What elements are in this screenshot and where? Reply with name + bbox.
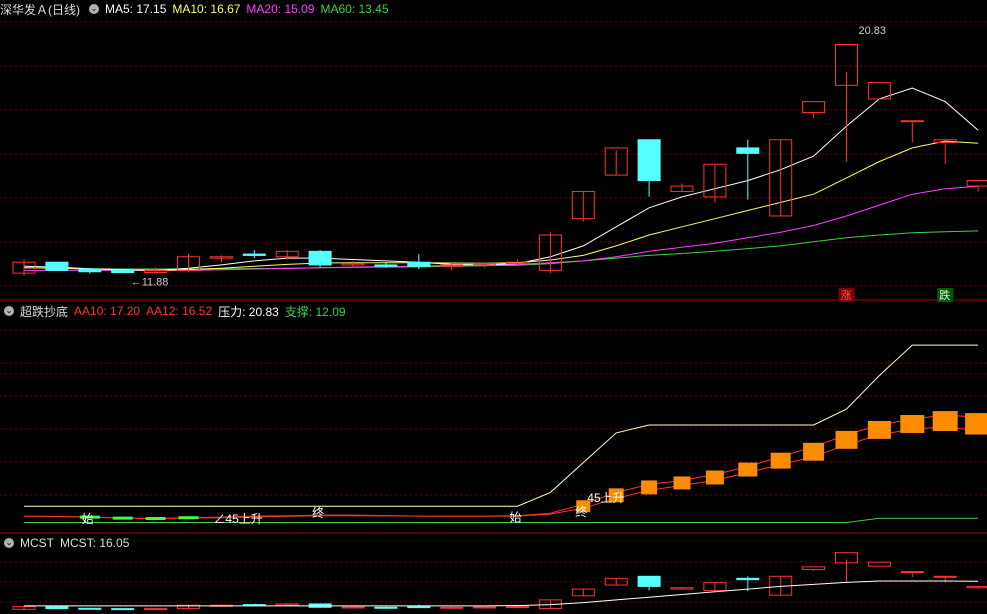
ma5-value: MA5: 17.15 bbox=[105, 2, 167, 16]
end-label: 终 bbox=[312, 505, 324, 520]
candle-body bbox=[736, 147, 760, 154]
mcst-candle-body bbox=[736, 577, 760, 581]
uptrend-block bbox=[641, 480, 658, 495]
aa12-value: AA12: 16.52 bbox=[146, 304, 213, 318]
mcst-candle-body bbox=[867, 561, 891, 567]
main-header: 深华发Ａ(日线) ⌄ MA5: 17.15 MA10: 16.67 MA20: … bbox=[0, 1, 395, 17]
uptrend-block bbox=[965, 413, 987, 435]
aa10-line bbox=[23, 414, 979, 520]
chevron-down-icon[interactable]: ⌄ bbox=[89, 4, 99, 14]
fall-signal-text: 跌 bbox=[939, 288, 950, 302]
candle-body bbox=[242, 253, 266, 256]
uptrend-block bbox=[932, 411, 958, 431]
uptrend-block bbox=[770, 452, 791, 469]
uptrend-block bbox=[738, 462, 758, 477]
candle-body bbox=[966, 180, 987, 187]
candle-body bbox=[802, 101, 826, 114]
mcst-candle-body bbox=[473, 606, 497, 609]
mcst-candle-body bbox=[374, 606, 398, 609]
ma5-line bbox=[23, 87, 979, 271]
mcst-candle-body bbox=[111, 608, 135, 611]
mcst-candle-body bbox=[144, 608, 168, 611]
candle-body bbox=[407, 261, 431, 267]
candle-body bbox=[374, 264, 398, 267]
high-price-label: 20.83 bbox=[859, 25, 887, 37]
ma60-value: MA60: 13.45 bbox=[320, 2, 389, 16]
mcst-value: MCST: 16.05 bbox=[60, 536, 130, 550]
chevron-down-icon[interactable]: ⌄ bbox=[4, 306, 14, 316]
mcst-candle-body bbox=[802, 566, 826, 571]
start-label: 始 bbox=[510, 511, 522, 525]
ma10-line bbox=[23, 140, 979, 271]
start-label: 始 bbox=[82, 512, 94, 526]
mcst-candle-body bbox=[341, 606, 365, 609]
uptrend-block bbox=[835, 430, 858, 449]
uptrend-block bbox=[705, 470, 724, 485]
aa10-value: AA10: 17.20 bbox=[74, 304, 141, 318]
candle-body bbox=[111, 269, 135, 274]
mcst-candle-body bbox=[407, 606, 431, 609]
support-value: 支撑: 12.09 bbox=[284, 304, 346, 319]
mcst-candle-body bbox=[900, 571, 924, 574]
mcst-header: ⌄ MCST MCST: 16.05 bbox=[0, 535, 135, 551]
candle-body bbox=[308, 250, 332, 266]
low-price-label: ←11.88 bbox=[131, 277, 169, 289]
pressure-line bbox=[24, 344, 979, 507]
candle-body bbox=[45, 261, 69, 271]
mcst-candle-body bbox=[45, 606, 69, 610]
mcst-candle-body bbox=[933, 575, 957, 578]
rise-signal-text: 涨 bbox=[841, 289, 852, 302]
indicator-header: ⌄ 超跌抄底 AA10: 17.20 AA12: 16.52 压力: 20.83… bbox=[0, 303, 352, 319]
candle-body bbox=[637, 139, 661, 182]
rise-angle-label: 45上升 bbox=[587, 491, 624, 505]
uptrend-block bbox=[900, 415, 925, 433]
mcst-candle-body bbox=[506, 606, 529, 609]
ma10-value: MA10: 16.67 bbox=[172, 2, 241, 16]
indicator-title: 超跌抄底 bbox=[20, 304, 69, 319]
rise-angle-label: ∠45上升 bbox=[213, 512, 262, 526]
ma20-value: MA20: 15.09 bbox=[246, 2, 315, 16]
end-label: 终 bbox=[575, 504, 587, 519]
mcst-candle-body bbox=[440, 606, 464, 609]
candle-body bbox=[900, 120, 924, 123]
chevron-down-icon[interactable]: ⌄ bbox=[4, 538, 14, 548]
mcst-candle-body bbox=[966, 585, 987, 589]
uptrend-block bbox=[803, 442, 825, 461]
pressure-value: 压力: 20.83 bbox=[218, 304, 279, 319]
aa12-line bbox=[23, 426, 979, 520]
support-line bbox=[24, 517, 979, 523]
mcst-candle-body bbox=[78, 607, 102, 610]
uptrend-block bbox=[867, 420, 891, 439]
stock-title: 深华发Ａ(日线) bbox=[0, 2, 80, 17]
ma20-line bbox=[24, 185, 979, 271]
uptrend-block bbox=[673, 476, 691, 490]
candle-body bbox=[78, 268, 102, 273]
mcst-candle-body bbox=[637, 575, 661, 587]
mcst-title: MCST bbox=[20, 536, 54, 550]
